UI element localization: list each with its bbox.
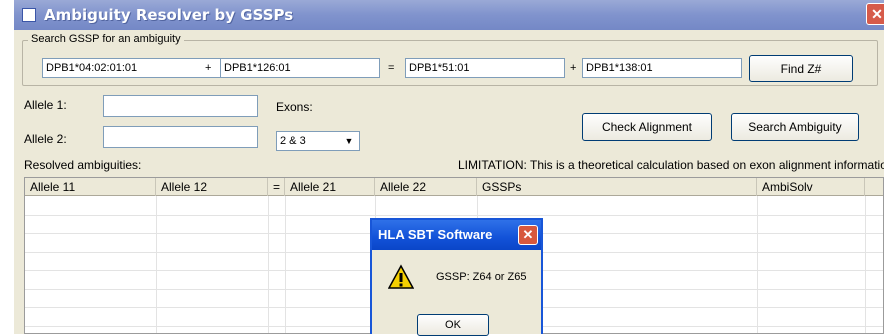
- plus-sign-1: +: [205, 62, 212, 74]
- column-header-equals[interactable]: =: [268, 178, 285, 196]
- plus-sign-2: +: [570, 62, 577, 74]
- search-ambiguity-button[interactable]: Search Ambiguity: [731, 113, 859, 141]
- dialog-message: GSSP: Z64 or Z65: [436, 271, 527, 283]
- warning-icon: [388, 264, 414, 289]
- column-header-allele22[interactable]: Allele 22: [375, 178, 477, 196]
- equals-sign: =: [388, 62, 395, 74]
- allele-field-1[interactable]: DPB1*04:02:01:01: [42, 58, 222, 78]
- find-z-button[interactable]: Find Z#: [749, 55, 853, 82]
- column-header-allele11[interactable]: Allele 11: [25, 178, 156, 196]
- allele2-input[interactable]: [103, 126, 258, 148]
- dialog-close-button[interactable]: ✕: [518, 225, 538, 245]
- column-header-allele12[interactable]: Allele 12: [156, 178, 268, 196]
- allele1-input[interactable]: [103, 95, 258, 117]
- grid-header: Allele 11 Allele 12 = Allele 21 Allele 2…: [25, 178, 883, 196]
- allele1-label: Allele 1:: [24, 98, 67, 112]
- dialog-title: HLA SBT Software: [378, 227, 493, 242]
- background-strip: [0, 0, 14, 334]
- close-button[interactable]: ✕: [866, 3, 884, 25]
- ok-button[interactable]: OK: [417, 314, 489, 336]
- window-icon: [22, 8, 36, 22]
- column-header-ambisolv[interactable]: AmbiSolv: [757, 178, 865, 196]
- dialog-title-bar[interactable]: HLA SBT Software ✕: [372, 220, 541, 250]
- grid-line: [268, 196, 269, 333]
- allele2-label: Allele 2:: [24, 132, 67, 146]
- column-header-allele21[interactable]: Allele 21: [285, 178, 375, 196]
- allele-field-4[interactable]: DPB1*138:01: [582, 58, 742, 78]
- title-bar[interactable]: Ambiguity Resolver by GSSPs ✕: [14, 0, 884, 30]
- resolved-ambiguities-label: Resolved ambiguities:: [24, 158, 142, 172]
- grid-line: [25, 215, 883, 216]
- window-title: Ambiguity Resolver by GSSPs: [44, 6, 294, 24]
- grid-line: [757, 196, 758, 333]
- grid-line: [285, 196, 286, 333]
- allele-field-2[interactable]: DPB1*126:01: [220, 58, 380, 78]
- column-header-gssps[interactable]: GSSPs: [477, 178, 757, 196]
- check-alignment-button[interactable]: Check Alignment: [582, 113, 712, 141]
- message-dialog: HLA SBT Software ✕ GSSP: Z64 or Z65 OK: [370, 218, 543, 336]
- search-groupbox-legend: Search GSSP for an ambiguity: [28, 33, 184, 45]
- chevron-down-icon[interactable]: ▼: [341, 133, 357, 149]
- exons-value: 2 & 3: [280, 135, 306, 147]
- limitation-note: LIMITATION: This is a theoretical calcul…: [458, 158, 884, 172]
- grid-line: [156, 196, 157, 333]
- allele-field-3[interactable]: DPB1*51:01: [405, 58, 565, 78]
- exons-label: Exons:: [276, 100, 313, 114]
- grid-line: [865, 196, 866, 333]
